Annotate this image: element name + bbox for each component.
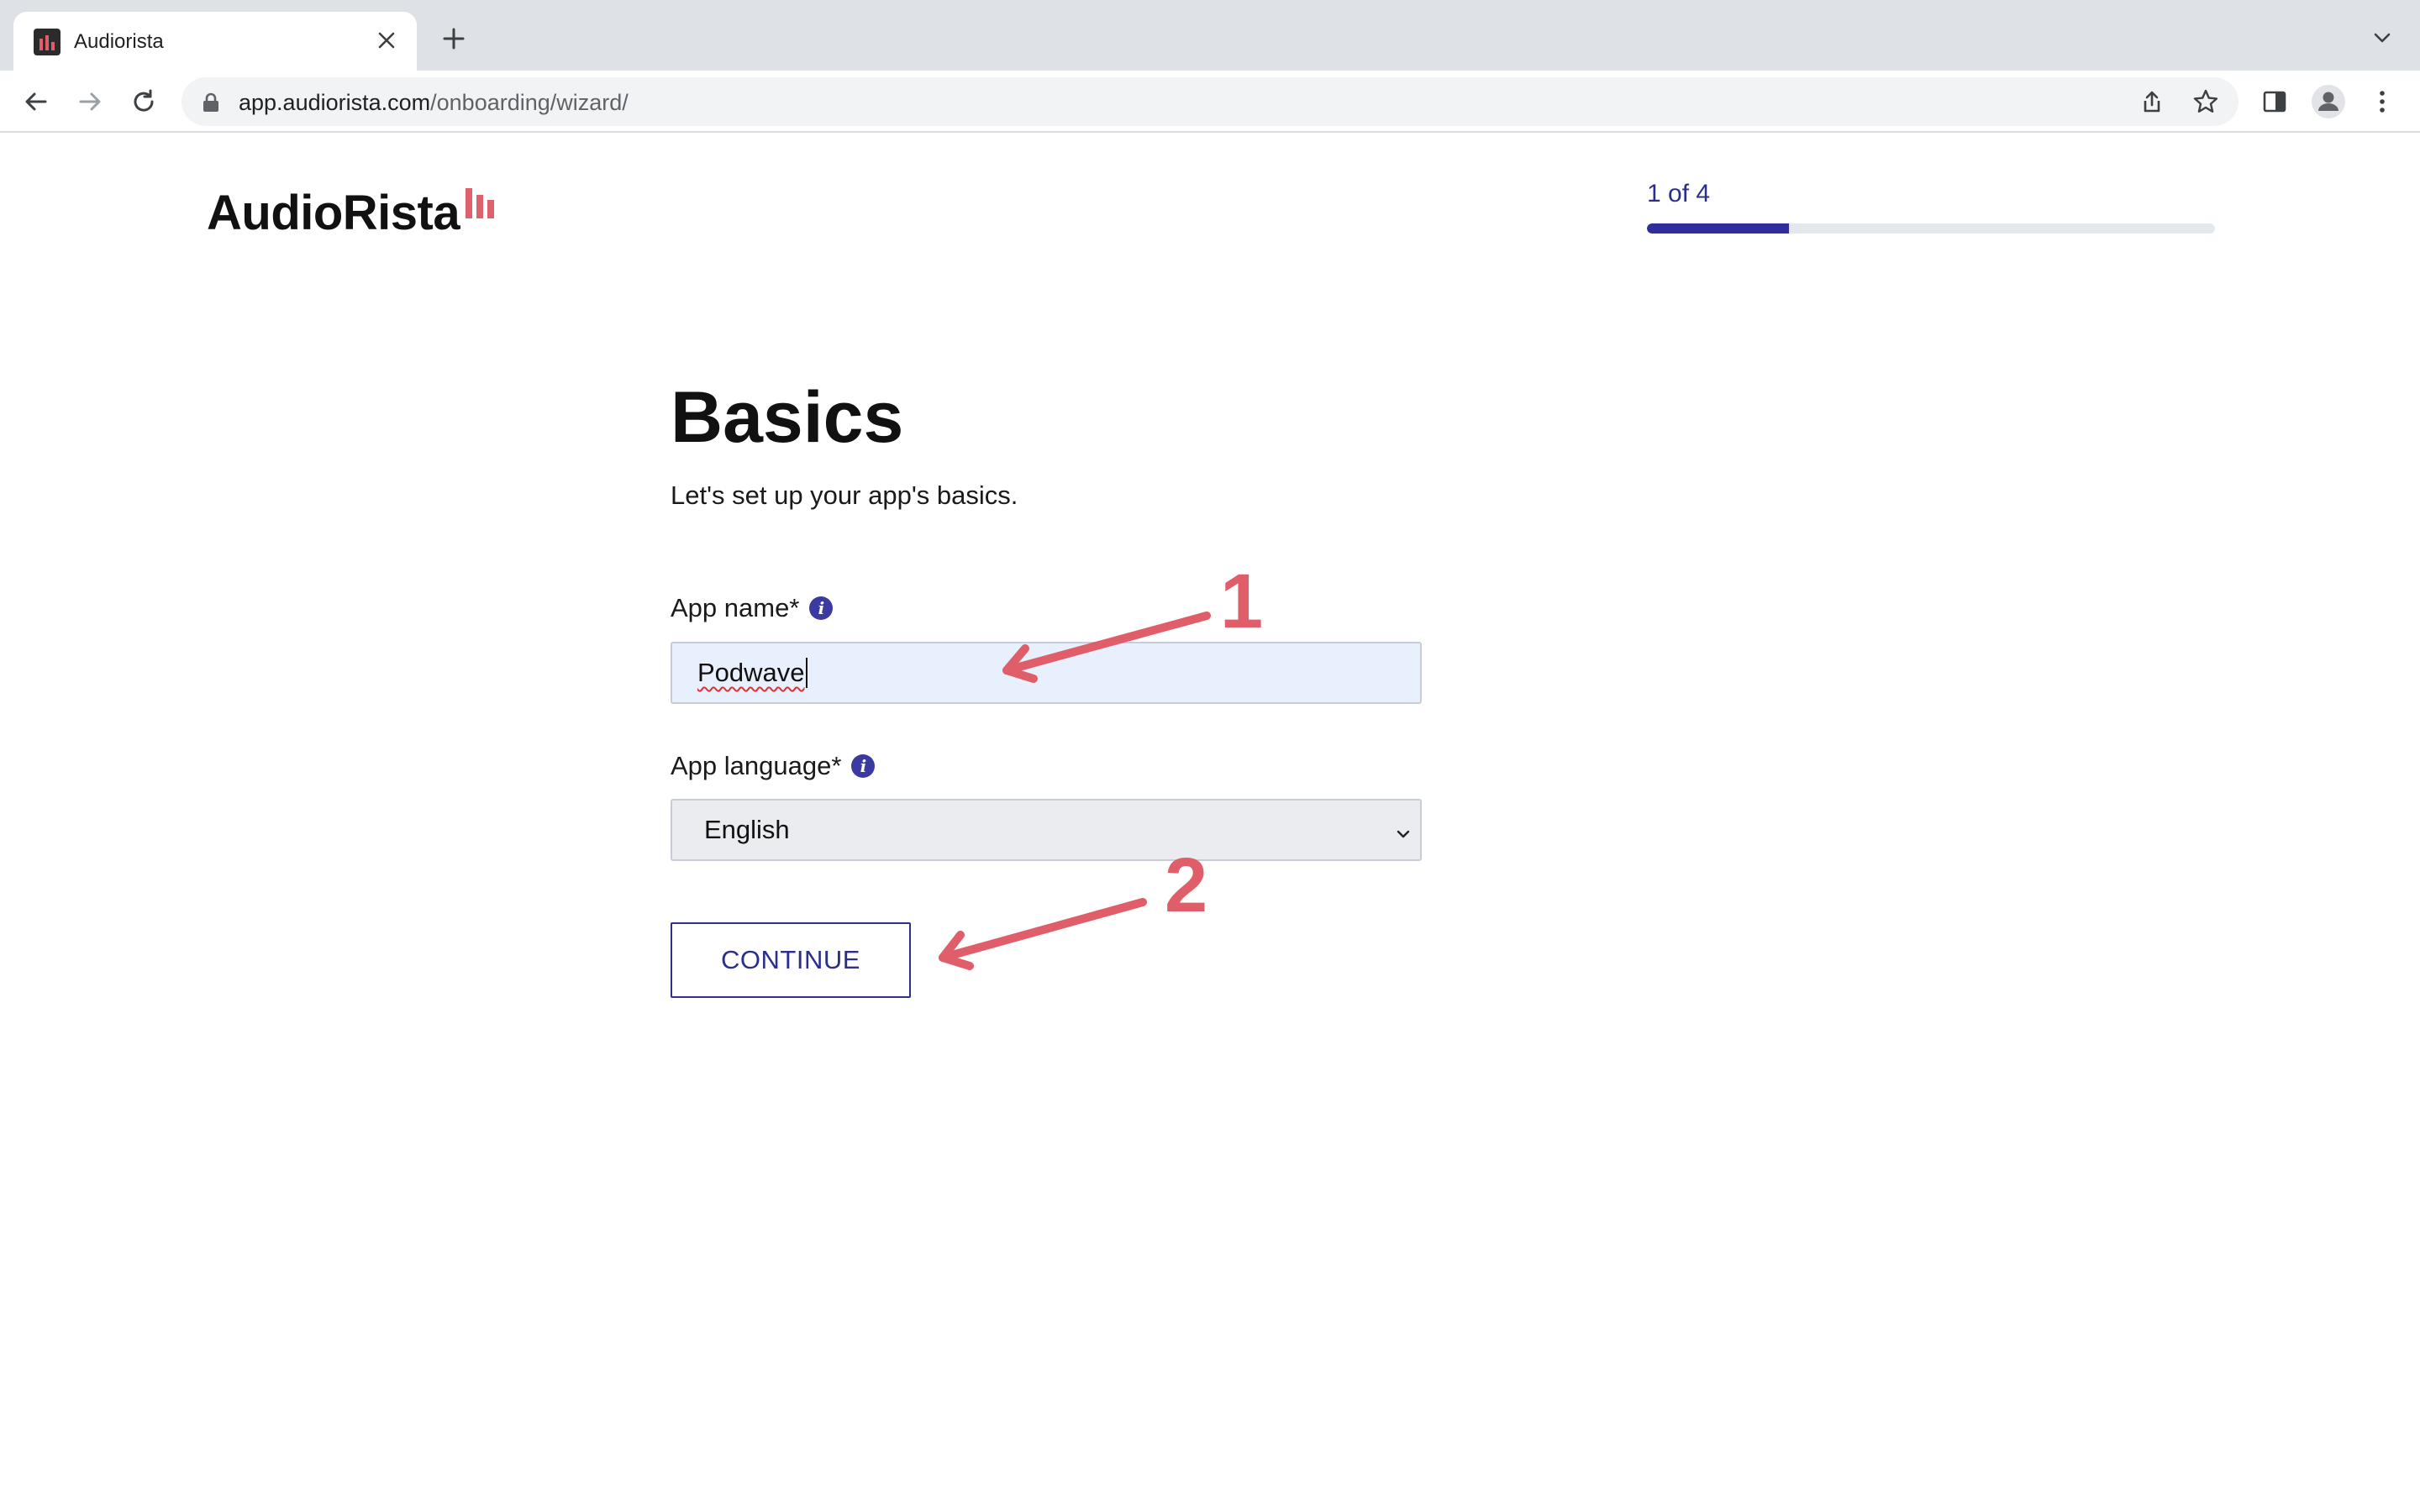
audiorista-logo: AudioRista — [207, 186, 460, 240]
tab-close-icon[interactable] — [371, 25, 402, 55]
app-language-selected: English — [704, 815, 790, 844]
url-path: /onboarding/wizard/ — [430, 90, 629, 115]
lock-icon — [202, 92, 220, 113]
page-title: Basics — [671, 377, 904, 458]
progress-step-label: 1 of 4 — [1647, 180, 1711, 207]
app-language-label-text: App language* — [671, 751, 842, 780]
profile-avatar-icon[interactable] — [2309, 82, 2348, 121]
url-host: app.audiorista.com — [239, 90, 431, 115]
app-language-select[interactable]: English — [671, 799, 1422, 861]
app-language-info-icon[interactable]: i — [851, 754, 876, 778]
annotation-number-2: 2 — [1165, 843, 1208, 928]
annotation-arrow-2 — [939, 898, 1147, 970]
logo-bars-icon — [466, 188, 499, 218]
favicon-icon — [34, 29, 60, 55]
tab-search-chevron-down-icon[interactable] — [2370, 25, 2395, 50]
browser-menu-icon[interactable] — [2363, 82, 2402, 121]
page-subtitle: Let's set up your app's basics. — [671, 480, 1018, 510]
annotation-number-1: 1 — [1220, 559, 1264, 644]
app-name-input[interactable]: Podwave — [671, 642, 1422, 704]
back-arrow-icon[interactable] — [17, 82, 55, 121]
app-name-info-icon[interactable]: i — [809, 596, 834, 620]
new-tab-icon[interactable] — [437, 22, 471, 55]
address-bar[interactable]: app.audiorista.com/onboarding/wizard/ — [182, 77, 2238, 126]
tab-title: Audiorista — [74, 30, 164, 53]
progress-bar-fill — [1647, 223, 1789, 234]
app-name-value: Podwave — [697, 658, 805, 687]
progress-bar — [1647, 223, 2215, 234]
continue-button[interactable]: CONTINUE — [671, 922, 911, 998]
browser-toolbar: app.audiorista.com/onboarding/wizard/ — [0, 71, 2420, 133]
reload-icon[interactable] — [124, 82, 163, 121]
bookmark-star-icon[interactable] — [2190, 86, 2222, 118]
share-icon[interactable] — [2136, 86, 2168, 118]
app-language-label: App language* i — [671, 751, 876, 781]
forward-arrow-icon[interactable] — [71, 82, 109, 121]
side-panel-icon[interactable] — [2255, 82, 2294, 121]
chevron-down-icon — [1393, 821, 1413, 841]
browser-tab[interactable]: Audiorista — [13, 12, 417, 71]
app-name-label-text: App name* — [671, 593, 800, 622]
browser-tab-strip: Audiorista — [0, 0, 2420, 71]
url-text: app.audiorista.com/onboarding/wizard/ — [239, 90, 629, 116]
text-caret — [805, 658, 808, 688]
app-name-label: App name* i — [671, 593, 834, 623]
